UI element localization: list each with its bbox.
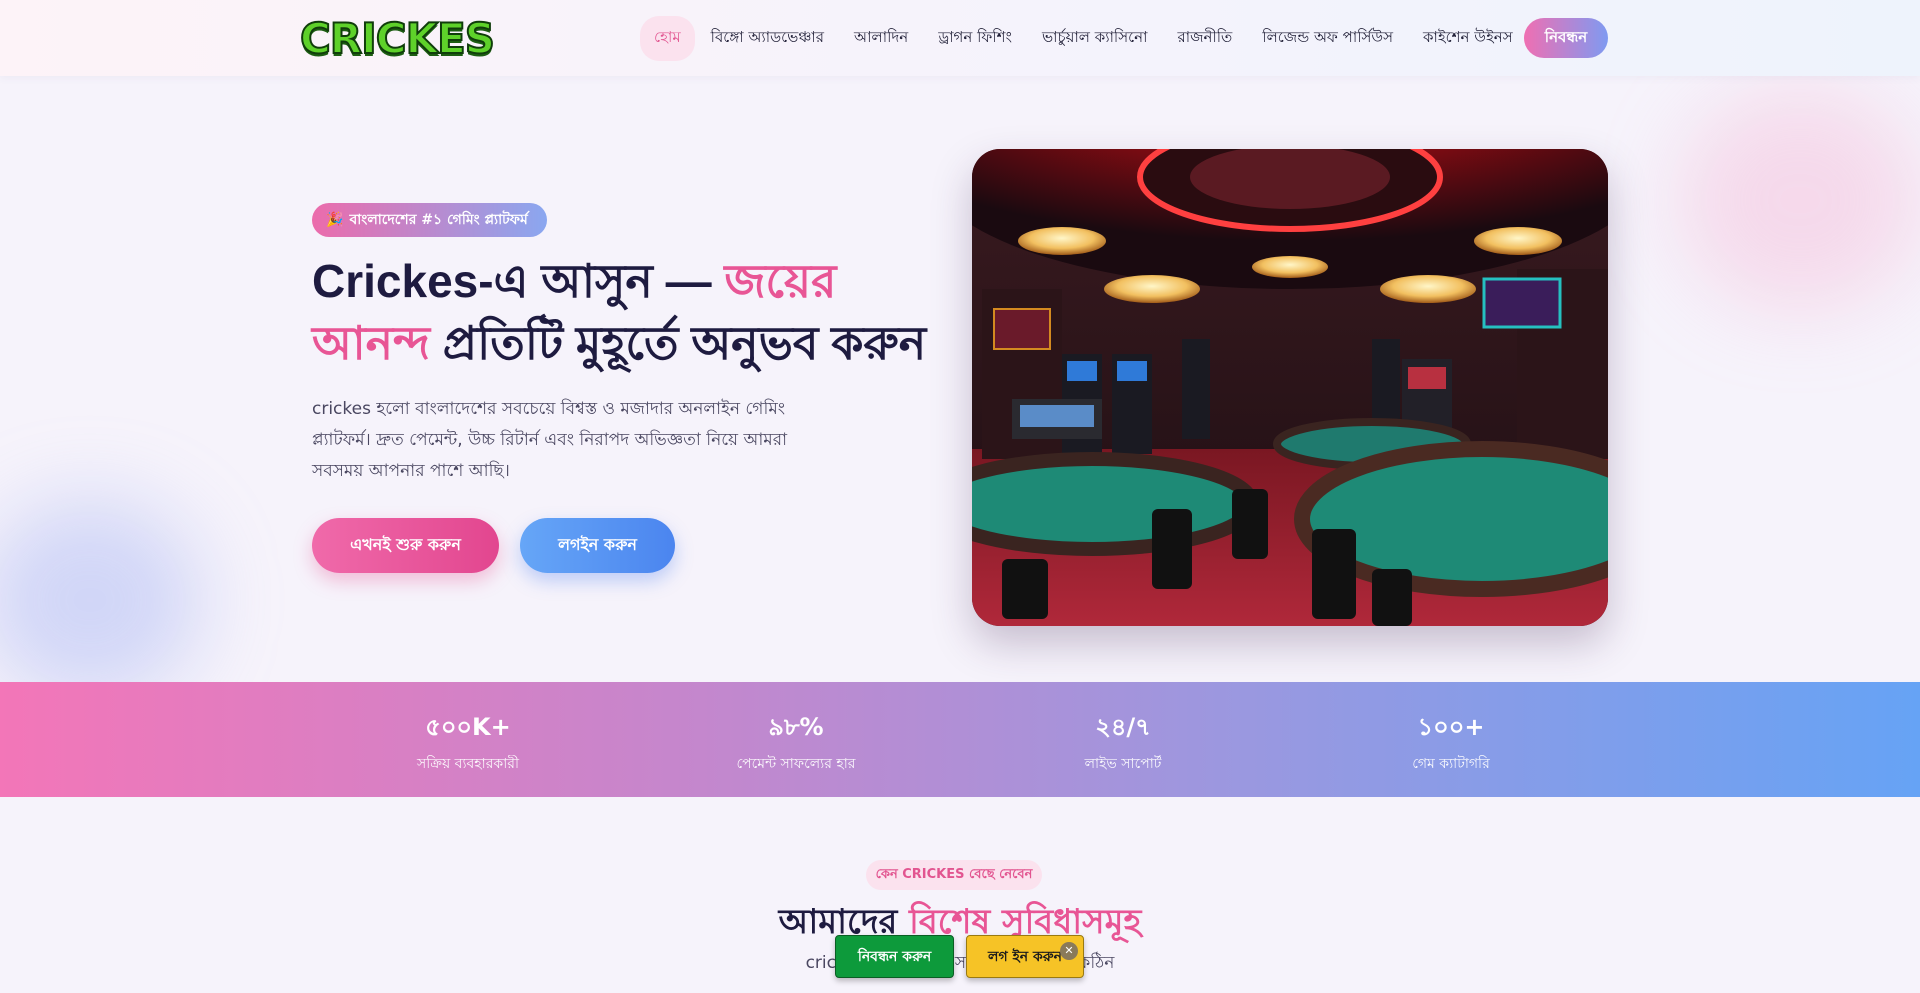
start-now-button[interactable]: এখনই শুরু করুন: [312, 518, 499, 573]
close-icon[interactable]: ✕: [1060, 942, 1078, 960]
nav-register-button[interactable]: নিবন্ধন: [1524, 18, 1608, 58]
features-description: crickes প্ল্যাটফর্মে অ স কোথাও পাওয়া কঠ…: [805, 953, 1115, 973]
nav-item-politics[interactable]: রাজনীতি: [1163, 16, 1246, 61]
nav-item-home[interactable]: হোম: [640, 15, 695, 61]
casino-room-image: [972, 149, 1608, 626]
casino-room-illustration: [972, 149, 1608, 626]
party-icon: 🎉: [326, 212, 344, 228]
hero-description: crickes হলো বাংলাদেশের সবচেয়ে বিশ্বস্ত …: [312, 399, 788, 481]
hero-title-part2: প্রতিটি মুহূর্তে অনুভব করুন: [430, 317, 927, 369]
hero-login-button[interactable]: লগইন করুন: [520, 518, 675, 573]
crickes-logo[interactable]: CRICKES: [299, 13, 496, 64]
stats-band: ৫০০K+ সক্রিয় ব্যবহারকারী ৯৮% পেমেন্ট সা…: [0, 682, 1920, 797]
stat-label: গেম ক্যাটাগরি: [1412, 756, 1490, 772]
stat-value: ১০০+: [1417, 713, 1485, 741]
features-badge: কেন CRICKES বেছে নেবেন: [866, 860, 1042, 890]
stat-value: ৯৮%: [768, 713, 824, 741]
floating-register-button[interactable]: নিবন্ধন করুন: [835, 935, 954, 978]
features-title: আমাদের বিশেষ সুবিধাসমূহ: [560, 896, 1360, 953]
nav-item-virtual-casino[interactable]: ভার্চুয়াল ক্যাসিনো: [1028, 16, 1161, 61]
nav-item-aladdin[interactable]: আলাদিন: [840, 16, 922, 61]
hero-title: Crickes-এ আসুন — জয়ের আনন্দ প্রতিটি মুহূ…: [312, 250, 952, 374]
hero-title-accent2: আনন্দ: [312, 317, 431, 369]
main-nav: হোম বিঙ্গো অ্যাডভেঞ্চার আলাদিন ড্রাগন ফি…: [640, 15, 1527, 61]
nav-item-legend-of-perseus[interactable]: লিজেন্ড অফ পার্সিউস: [1248, 16, 1407, 61]
hero-title-part1: Crickes-এ আসুন —: [312, 255, 725, 307]
background-blob-right: [1680, 90, 1920, 310]
stat-value: ৫০০K+: [425, 713, 511, 741]
stat-label: সক্রিয় ব্যবহারকারী: [417, 756, 519, 772]
top-navbar: CRICKES হোম বিঙ্গো অ্যাডভেঞ্চার আলাদিন ড…: [0, 0, 1920, 76]
hero-badge-text: বাংলাদেশের #১ গেমিং প্ল্যাটফর্ম: [349, 212, 528, 228]
hero-badge: 🎉 বাংলাদেশের #১ গেমিং প্ল্যাটফর্ম: [312, 203, 547, 237]
hero-title-accent1: জয়ের: [724, 255, 837, 307]
stat-label: পেমেন্ট সাফল্যের হার: [736, 756, 856, 772]
stat-label: লাইভ সাপোর্ট: [1084, 756, 1162, 772]
nav-item-dragon-fishing[interactable]: ড্রাগন ফিশিং: [924, 16, 1026, 61]
background-blob-left: [0, 500, 200, 700]
stat-value: ২৪/৭: [1095, 713, 1151, 741]
nav-item-bingo-adventure[interactable]: বিঙ্গো অ্যাডভেঞ্চার: [697, 16, 838, 61]
nav-item-caishen-wins[interactable]: কাইশেন উইনস: [1409, 16, 1527, 61]
